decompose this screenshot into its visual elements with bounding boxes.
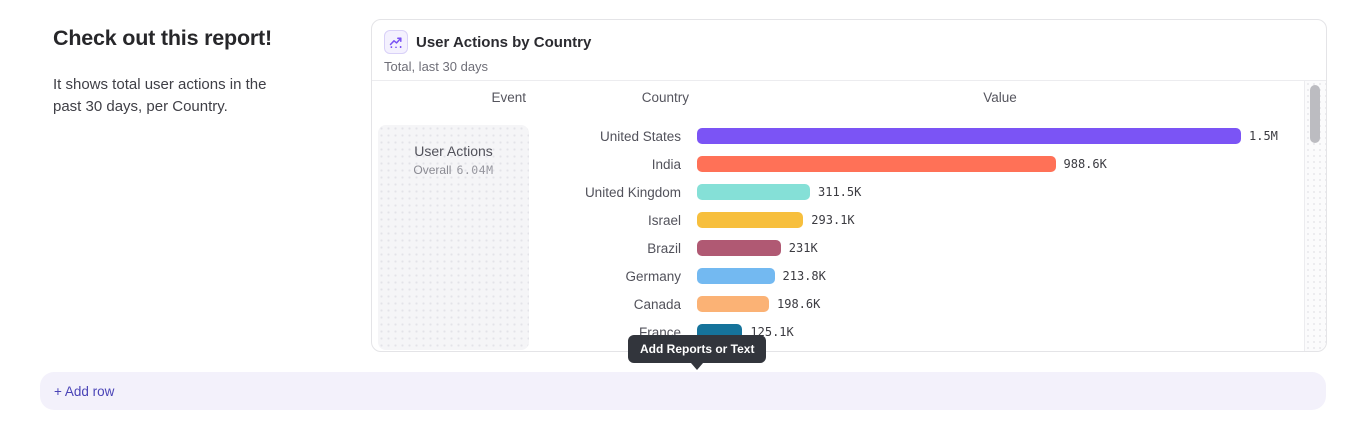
vertical-scrollbar-track[interactable] [1304,81,1326,351]
tooltip-caret-icon [691,363,703,370]
country-label: Brazil [372,241,681,256]
country-label: United States [372,129,681,144]
value-bar[interactable] [697,240,781,256]
column-headers: Event Country Value [372,90,1303,108]
country-label: Israel [372,213,681,228]
value-label: 231K [789,241,818,255]
chart-row: United States 1.5M [372,122,1304,150]
chart-area: Event Country Value User Actions Overall… [372,81,1326,351]
intro-block: Check out this report! It shows total us… [53,24,303,118]
value-bar[interactable] [697,296,769,312]
chart-row: India 988.6K [372,150,1304,178]
page-heading: Check out this report! [53,24,303,52]
card-header: User Actions by Country Total, last 30 d… [372,20,1326,81]
chart-row: France125.1K [372,318,1304,346]
country-label: Germany [372,269,681,284]
report-page: Check out this report! It shows total us… [0,0,1349,436]
card-subtitle: Total, last 30 days [384,59,1314,74]
value-label: 1.5M [1249,129,1278,143]
value-bar[interactable] [697,128,1241,144]
add-row-button[interactable]: + Add row [40,372,1326,410]
column-header-country: Country [532,90,689,105]
value-bar[interactable] [697,184,810,200]
chart-row: Germany 213.8K [372,262,1304,290]
value-label: 988.6K [1064,157,1107,171]
value-label: 198.6K [777,297,820,311]
country-label: India [372,157,681,172]
report-card[interactable]: User Actions by Country Total, last 30 d… [371,19,1327,352]
add-reports-tooltip: Add Reports or Text [628,335,766,363]
page-description: It shows total user actions in the past … [53,74,288,118]
card-title: User Actions by Country [416,34,591,51]
add-row-label: + Add row [54,384,114,399]
value-label: 293.1K [811,213,854,227]
chart-row: Brazil 231K [372,234,1304,262]
chart-rows: United States 1.5M India 988.6K United Kingd… [372,122,1304,351]
value-label: 311.5K [818,185,861,199]
chart-row: Canada 198.6K [372,290,1304,318]
value-bar[interactable] [697,268,775,284]
line-chart-icon [384,30,408,54]
country-label: Canada [372,297,681,312]
value-bar[interactable] [697,212,803,228]
vertical-scrollbar-thumb[interactable] [1310,85,1320,143]
chart-row: Israel 293.1K [372,206,1304,234]
column-header-value: Value [697,90,1303,105]
value-label: 213.8K [783,269,826,283]
value-bar[interactable] [697,156,1056,172]
country-label: United Kingdom [372,185,681,200]
column-header-event: Event [378,90,526,105]
chart-row: United Kingdom 311.5K [372,178,1304,206]
tooltip-label: Add Reports or Text [640,342,754,356]
